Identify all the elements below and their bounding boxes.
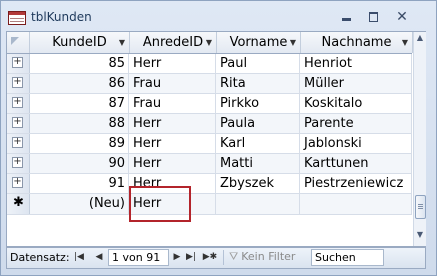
scroll-thumb[interactable] bbox=[415, 195, 426, 219]
column-header-label: Nachname bbox=[321, 35, 392, 50]
record-navigation-bar: Datensatz: |◀ ◀ 1 von 91 ▶ ▶| ▶✱ ⛛ Kein F… bbox=[6, 247, 426, 269]
expand-icon[interactable]: + bbox=[12, 137, 23, 148]
new-record-row[interactable]: ✱ (Neu) Herr bbox=[7, 194, 412, 215]
title-bar: tblKunden ✕ bbox=[1, 1, 436, 31]
cell-nachname[interactable]: Henriot bbox=[301, 54, 412, 73]
cell-vorname[interactable]: Zbyszek bbox=[217, 174, 300, 193]
row-selector[interactable]: + bbox=[7, 154, 30, 173]
cell-anrede[interactable]: Frau bbox=[130, 94, 216, 113]
cell-vorname[interactable]: Pirkko bbox=[217, 94, 300, 113]
dropdown-arrow-icon[interactable]: ▼ bbox=[402, 32, 408, 53]
filter-status[interactable]: ⛛ Kein Filter bbox=[229, 250, 295, 264]
cell-vorname[interactable]: Paul bbox=[217, 54, 300, 73]
datasheet-grid: KundeID ▼ AnredeID ▼ Vorname ▼ Nachname ▼ + … bbox=[6, 31, 426, 247]
cell-vorname[interactable]: Karl bbox=[217, 134, 300, 153]
dropdown-arrow-icon[interactable]: ▼ bbox=[290, 32, 296, 53]
cell-anrede[interactable]: Herr bbox=[130, 114, 216, 133]
select-all-corner[interactable] bbox=[7, 32, 30, 53]
cell-kundeid[interactable]: 90 bbox=[30, 154, 129, 173]
column-header-label: Vorname bbox=[229, 35, 288, 50]
cell-kundeid[interactable]: 89 bbox=[30, 134, 129, 153]
table-row[interactable]: + 86 Frau Rita Müller bbox=[7, 74, 412, 94]
row-selector[interactable]: + bbox=[7, 74, 30, 93]
cell-vorname[interactable]: Paula bbox=[217, 114, 300, 133]
cell-vorname[interactable]: Rita bbox=[217, 74, 300, 93]
row-selector[interactable]: ✱ bbox=[7, 194, 30, 214]
cell-vorname[interactable]: Matti bbox=[217, 154, 300, 173]
dropdown-arrow-icon[interactable]: ▼ bbox=[119, 32, 125, 53]
row-selector[interactable]: + bbox=[7, 54, 30, 73]
cell-nachname[interactable]: Jablonski bbox=[301, 134, 412, 153]
cell-kundeid[interactable]: 85 bbox=[30, 54, 129, 73]
scroll-up-icon[interactable]: ▲ bbox=[415, 33, 425, 47]
column-header-label: AnredeID bbox=[142, 35, 204, 50]
cell-kundeid[interactable]: 87 bbox=[30, 94, 129, 113]
cell-nachname[interactable]: Karttunen bbox=[301, 154, 412, 173]
cell-nachname[interactable]: Koskitalo bbox=[301, 94, 412, 113]
cell-anrede[interactable]: Herr bbox=[130, 54, 216, 73]
column-header-row: KundeID ▼ AnredeID ▼ Vorname ▼ Nachname ▼ bbox=[7, 32, 413, 54]
window-title: tblKunden bbox=[31, 10, 92, 24]
previous-record-button[interactable]: ◀ bbox=[93, 250, 105, 264]
new-record-button[interactable]: ▶✱ bbox=[201, 250, 219, 264]
column-header-kundeid[interactable]: KundeID ▼ bbox=[30, 32, 130, 53]
record-number-input[interactable]: 1 von 91 bbox=[108, 249, 169, 266]
minimize-icon bbox=[342, 18, 351, 21]
focus-highlight bbox=[129, 186, 191, 222]
cell-anrede[interactable]: Frau bbox=[130, 74, 216, 93]
filter-label: Kein Filter bbox=[241, 250, 296, 263]
column-header-label: KundeID bbox=[52, 35, 107, 50]
search-input[interactable]: Suchen bbox=[311, 249, 384, 266]
vertical-scrollbar[interactable]: ▲ ▼ bbox=[413, 32, 426, 246]
scroll-down-icon[interactable]: ▼ bbox=[415, 230, 425, 244]
cell-anrede[interactable]: Herr bbox=[130, 134, 216, 153]
expand-icon[interactable]: + bbox=[12, 177, 23, 188]
expand-icon[interactable]: + bbox=[12, 97, 23, 108]
table-row[interactable]: + 85 Herr Paul Henriot bbox=[7, 54, 412, 74]
row-selector[interactable]: + bbox=[7, 174, 30, 193]
last-record-button[interactable]: ▶| bbox=[185, 250, 197, 264]
cell-vorname[interactable] bbox=[217, 194, 300, 214]
first-record-button[interactable]: |◀ bbox=[73, 250, 85, 264]
new-record-icon: ✱ bbox=[13, 195, 24, 210]
cell-nachname[interactable]: Müller bbox=[301, 74, 412, 93]
cell-kundeid[interactable]: (Neu) bbox=[30, 194, 129, 214]
column-header-vorname[interactable]: Vorname ▼ bbox=[217, 32, 301, 53]
cell-nachname[interactable]: Parente bbox=[301, 114, 412, 133]
row-selector[interactable]: + bbox=[7, 134, 30, 153]
maximize-button[interactable] bbox=[363, 9, 385, 25]
maximize-icon bbox=[369, 12, 378, 22]
table-row[interactable]: + 90 Herr Matti Karttunen bbox=[7, 154, 412, 174]
expand-icon[interactable]: + bbox=[12, 77, 23, 88]
row-selector[interactable]: + bbox=[7, 94, 30, 113]
cell-nachname[interactable] bbox=[301, 194, 412, 214]
dropdown-arrow-icon[interactable]: ▼ bbox=[206, 32, 212, 53]
expand-icon[interactable]: + bbox=[12, 57, 23, 68]
cell-kundeid[interactable]: 86 bbox=[30, 74, 129, 93]
cell-anrede[interactable]: Herr bbox=[130, 154, 216, 173]
expand-icon[interactable]: + bbox=[12, 157, 23, 168]
filter-icon: ⛛ bbox=[229, 250, 239, 263]
cell-nachname[interactable]: Piestrzeniewicz bbox=[301, 174, 412, 193]
column-header-nachname[interactable]: Nachname ▼ bbox=[301, 32, 413, 53]
record-label: Datensatz: bbox=[10, 251, 70, 264]
table-row[interactable]: + 89 Herr Karl Jablonski bbox=[7, 134, 412, 154]
minimize-button[interactable] bbox=[336, 9, 358, 25]
close-button[interactable]: ✕ bbox=[391, 9, 413, 25]
row-selector[interactable]: + bbox=[7, 114, 30, 133]
table-row[interactable]: + 87 Frau Pirkko Koskitalo bbox=[7, 94, 412, 114]
expand-icon[interactable]: + bbox=[12, 117, 23, 128]
datasheet-window: tblKunden ✕ KundeID ▼ AnredeID ▼ Vorname ▼ … bbox=[0, 0, 437, 276]
cell-kundeid[interactable]: 88 bbox=[30, 114, 129, 133]
table-row[interactable]: + 91 Herr Zbyszek Piestrzeniewicz bbox=[7, 174, 412, 194]
nav-separator bbox=[223, 250, 224, 265]
table-icon bbox=[8, 11, 26, 25]
next-record-button[interactable]: ▶ bbox=[171, 250, 183, 264]
cell-kundeid[interactable]: 91 bbox=[30, 174, 129, 193]
column-header-anredeid[interactable]: AnredeID ▼ bbox=[130, 32, 217, 53]
table-row[interactable]: + 88 Herr Paula Parente bbox=[7, 114, 412, 134]
